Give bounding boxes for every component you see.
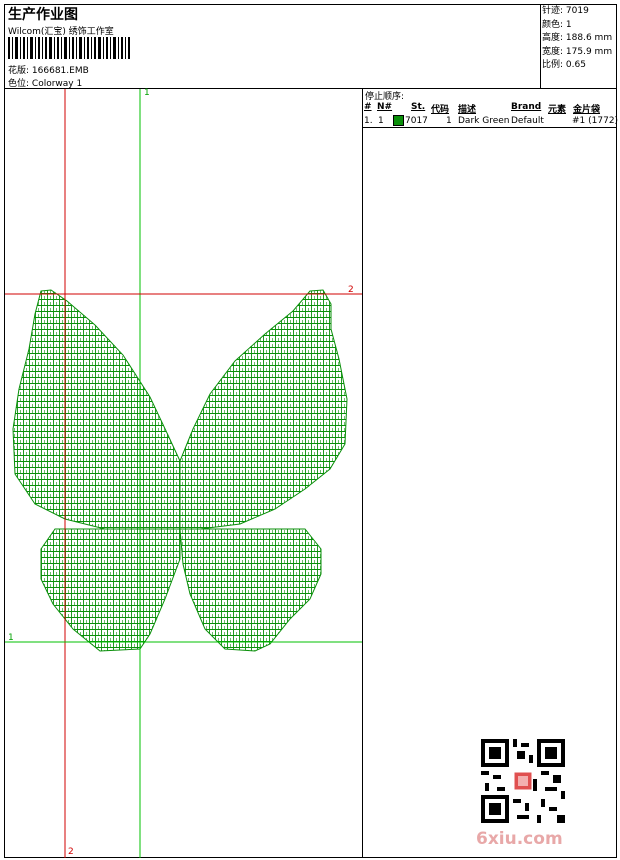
embroidery-design: [12, 289, 348, 652]
color-swatch: [393, 115, 404, 126]
design-line: 花版: 166681.EMB: [8, 63, 89, 76]
left-lower-wing: [40, 528, 181, 652]
col-n-header: N#: [377, 102, 393, 112]
row-st: 1: [446, 116, 452, 126]
colorway-label: 色位:: [8, 79, 30, 89]
panel-divider: [362, 88, 363, 858]
design-label: 花版:: [8, 66, 30, 76]
row-desc: Dark Green: [458, 116, 510, 126]
stat-height: 高度: 188.6 mm: [542, 33, 613, 43]
stats-panel: 针迹: 7019 颜色: 1 高度: 188.6 mm 宽度: 175.9 mm…: [542, 5, 612, 73]
barcode: [8, 37, 130, 59]
watermark: 6xiu.com: [476, 829, 563, 849]
col-num-header: #: [364, 102, 372, 112]
col-st-header: St.: [411, 102, 426, 112]
sheet-title: 生产作业图: [8, 7, 78, 23]
row-brand: Default: [511, 116, 544, 126]
colorway-value: Colorway 1: [31, 79, 83, 89]
col-brand-header: Brand: [511, 102, 542, 112]
left-upper-wing: [12, 289, 181, 535]
row-code: 7017: [405, 116, 428, 126]
stop-sequence-title: 停止顺序:: [365, 92, 405, 102]
design-value: 166681.EMB: [31, 66, 89, 76]
col-sequin-header: 金片袋: [573, 105, 601, 115]
col-element-header: 元素: [548, 105, 567, 115]
right-lower-wing: [179, 528, 322, 652]
stat-width: 宽度: 175.9 mm: [542, 46, 613, 57]
design-canvas: [5, 89, 362, 858]
guide-label-red-bottom: 2: [68, 847, 74, 857]
stat-colors: 颜色: 1: [542, 19, 572, 30]
colorway-line: 色位: Colorway 1: [8, 76, 82, 89]
table-divider: [362, 127, 617, 128]
right-upper-wing: [179, 289, 348, 530]
col-desc-header: 描述: [458, 105, 477, 115]
guide-label-green-left: 1: [8, 633, 14, 643]
row-num: 1.: [364, 116, 373, 126]
row-n: 1: [378, 116, 384, 126]
qr-code: [481, 739, 565, 823]
company-name: Wilcom(汇宝) 绣饰工作室: [8, 27, 114, 37]
stats-divider: [540, 4, 541, 88]
stat-stitches: 针迹: 7019: [542, 6, 589, 16]
col-code-header: 代码: [431, 105, 450, 115]
stat-scale: 比例: 0.65: [542, 60, 586, 70]
guide-label-green-top: 1: [144, 88, 150, 98]
row-info: #1 (1772): [572, 116, 619, 126]
guide-label-red-right: 2: [348, 285, 354, 295]
